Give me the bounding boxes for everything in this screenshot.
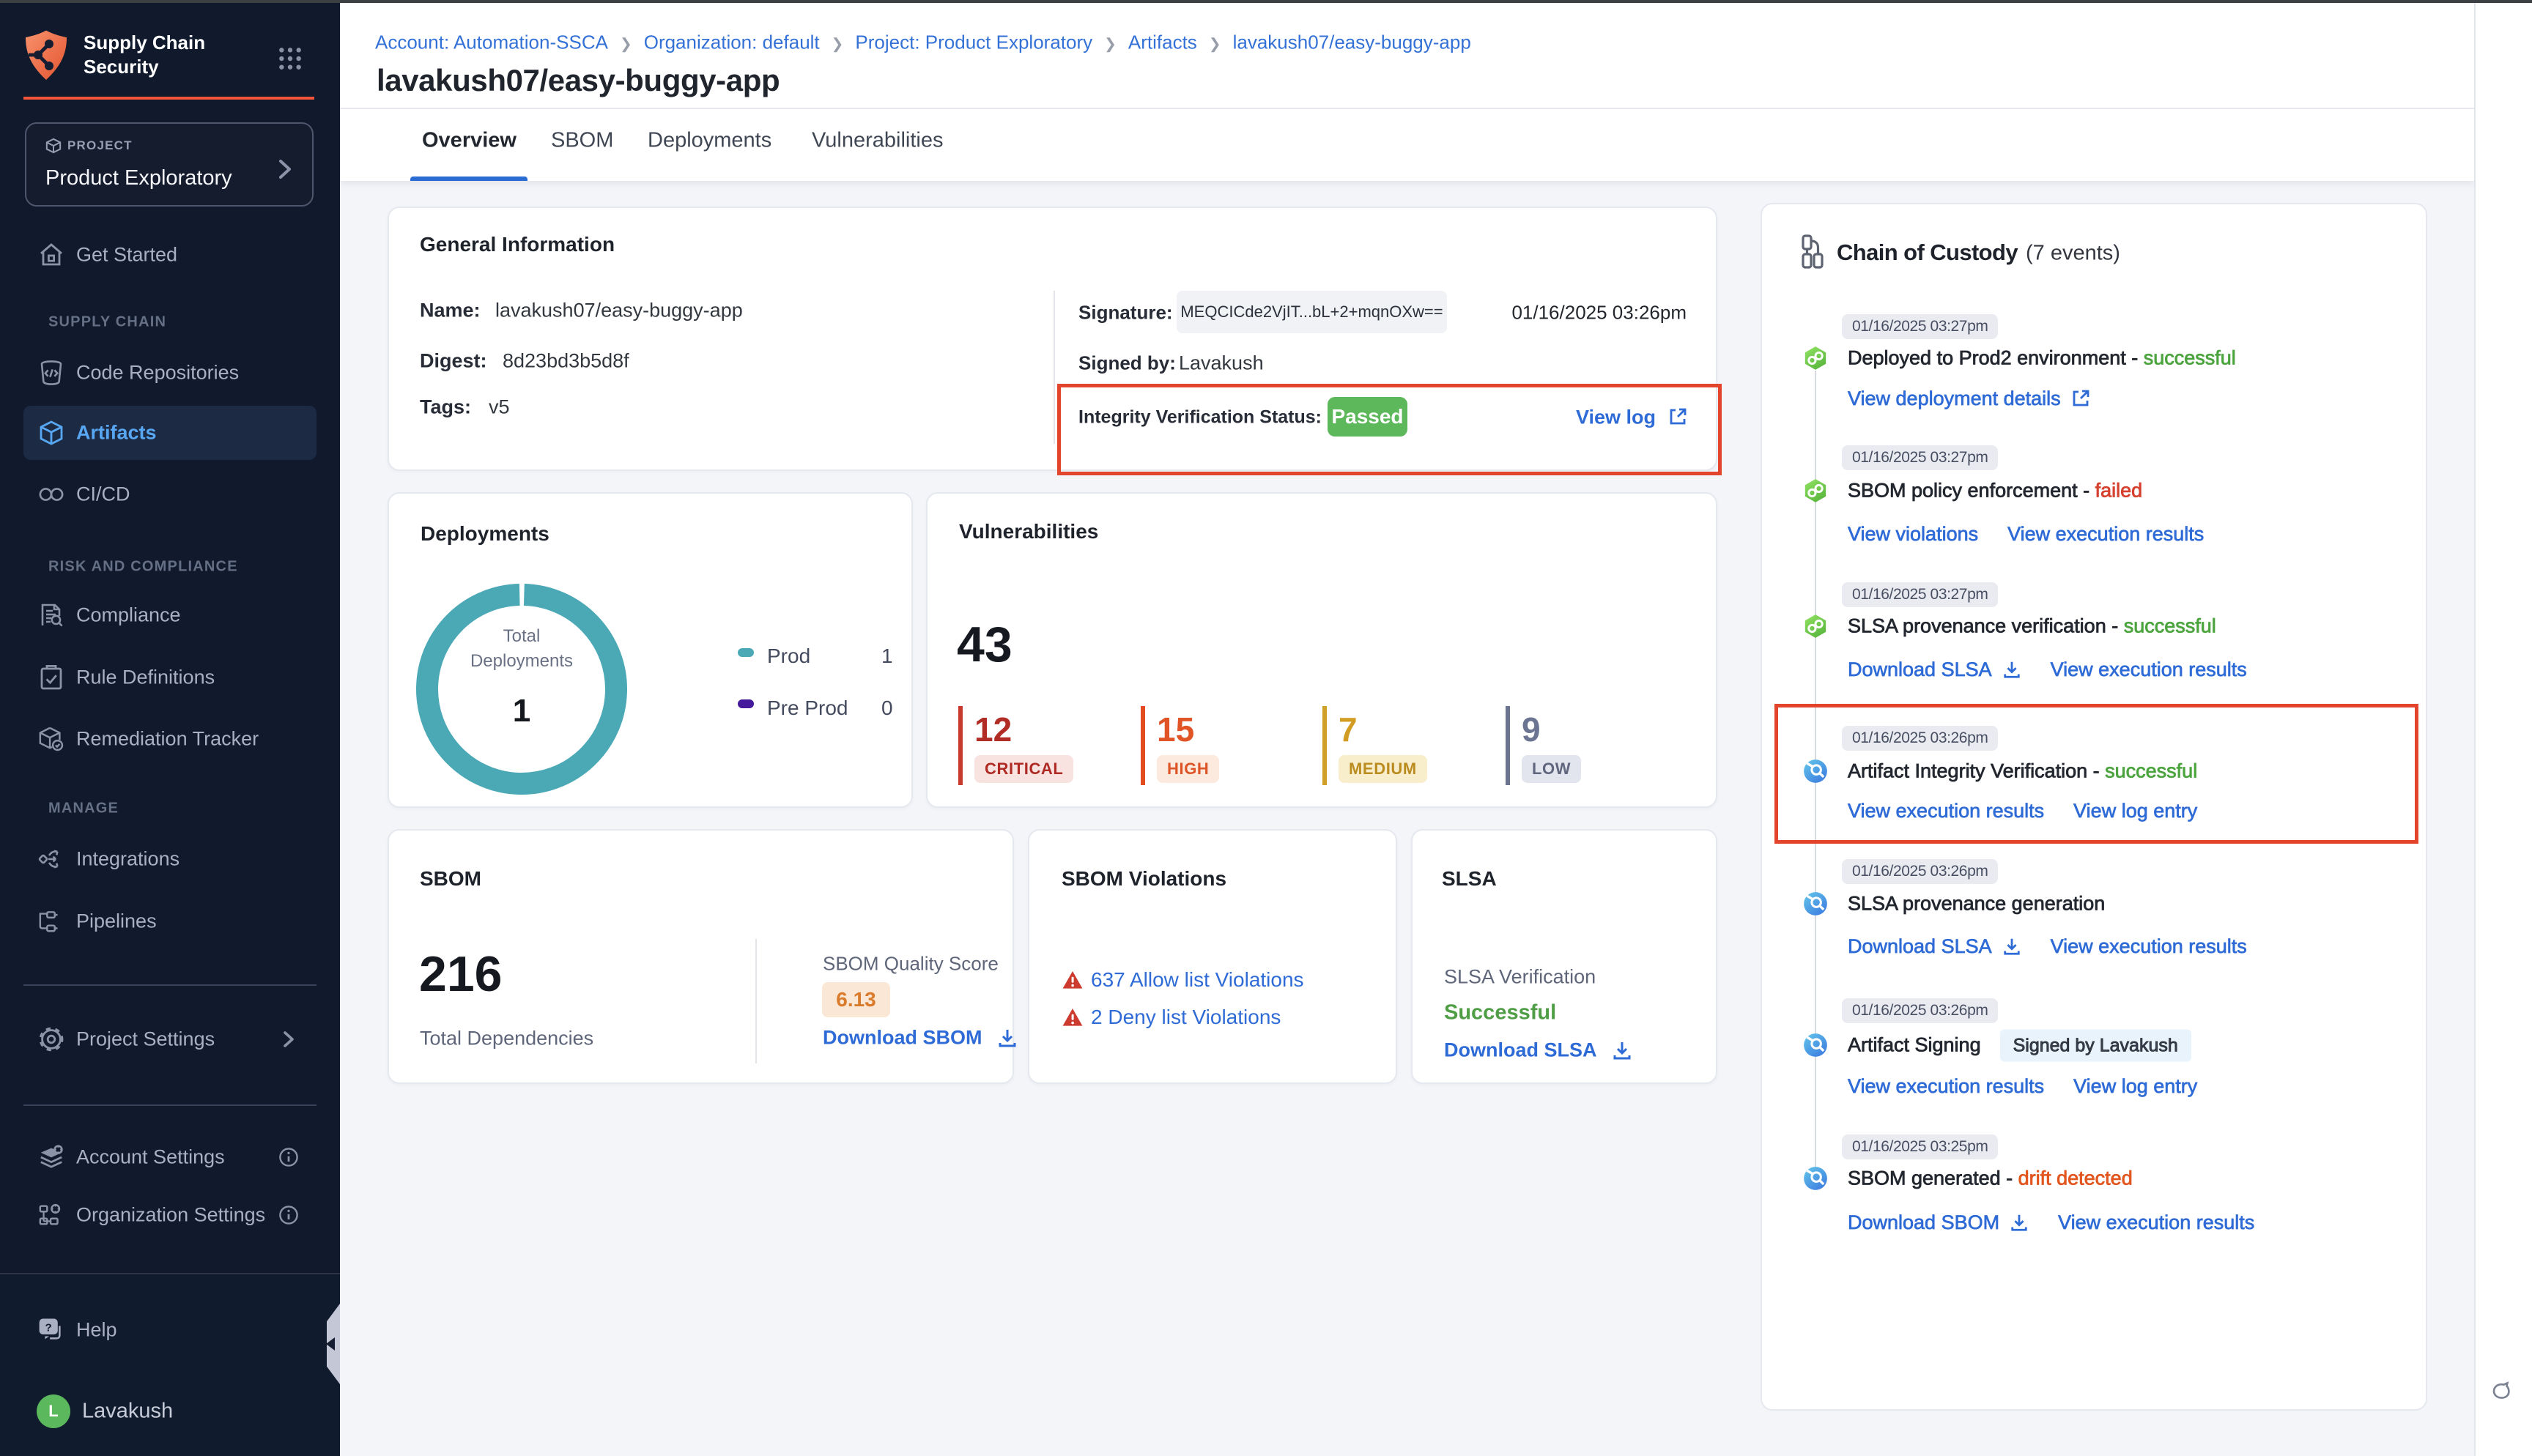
svg-text:?: ?: [45, 1322, 51, 1334]
